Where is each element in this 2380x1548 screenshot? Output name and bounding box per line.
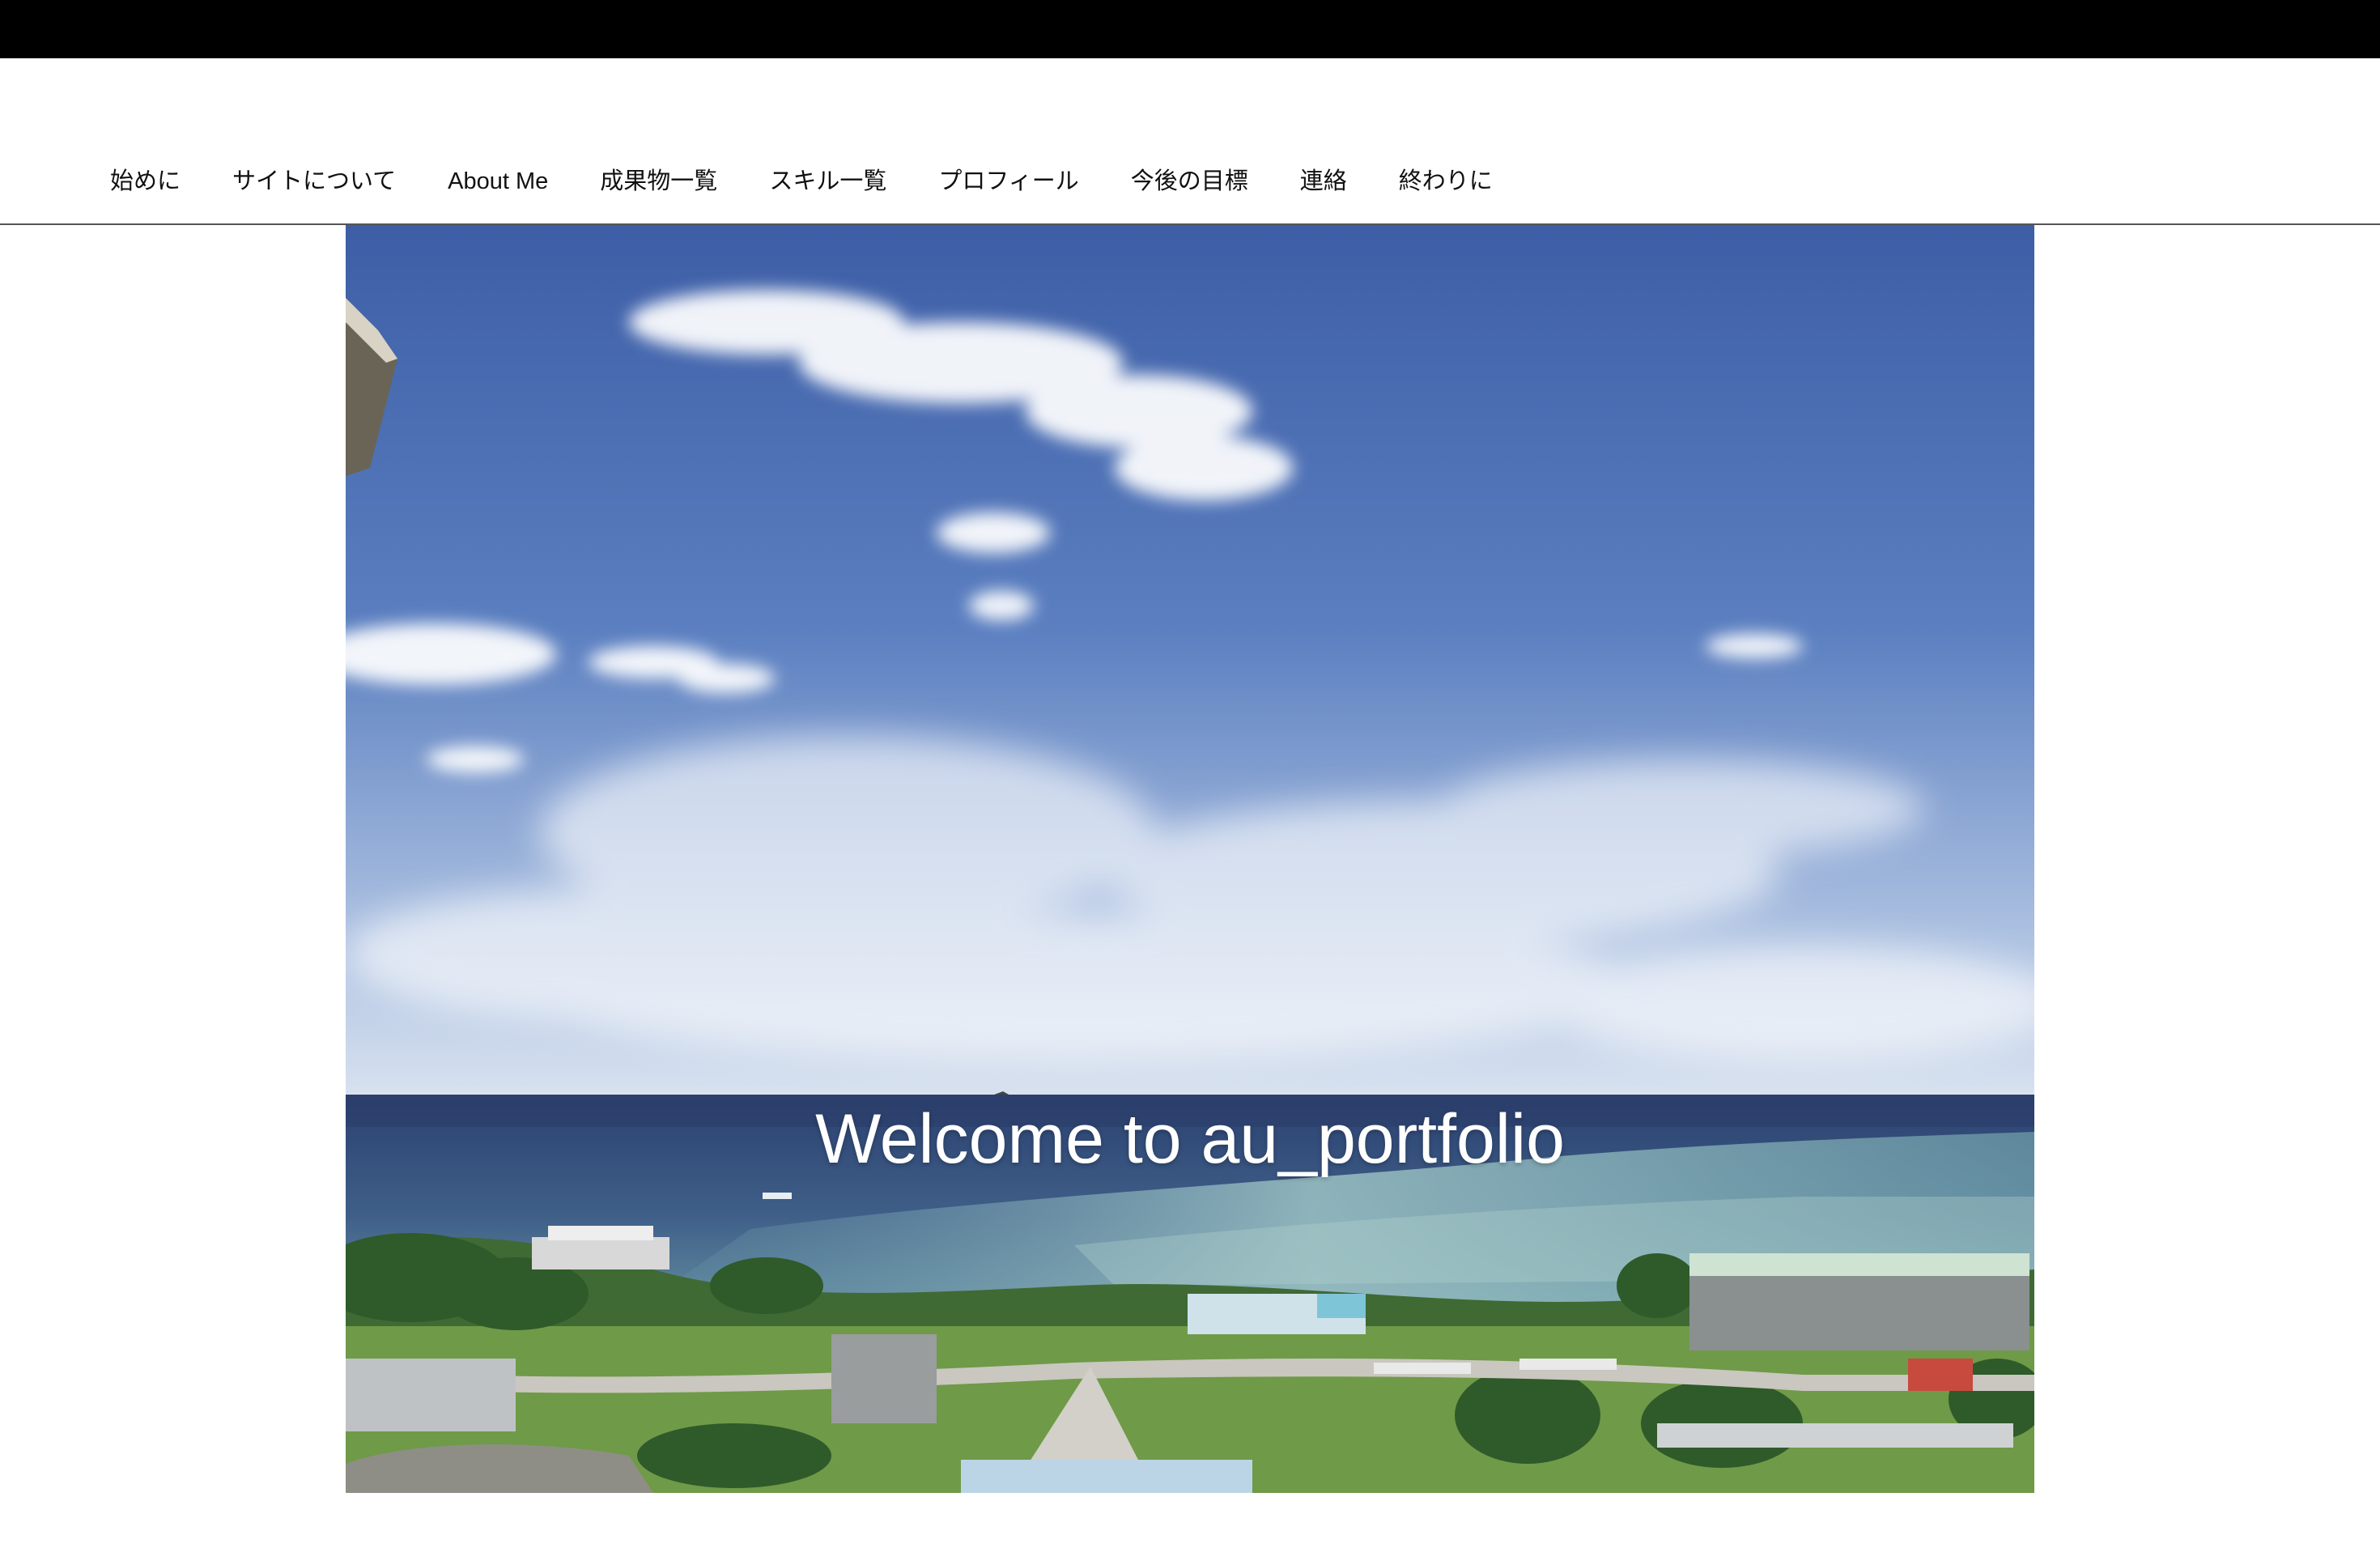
nav-item-closing[interactable]: 終わりに xyxy=(1399,170,1493,194)
hero-section: Welcome to au_portfolio xyxy=(346,225,2034,1493)
nav-item-profile[interactable]: プロフィール xyxy=(938,170,1078,194)
nav-item-about-me[interactable]: About Me xyxy=(448,170,548,194)
nav-item-hajimeni[interactable]: 始めに xyxy=(110,170,181,194)
top-black-bar xyxy=(0,0,2380,58)
hero-title: Welcome to au_portfolio xyxy=(815,1100,1565,1178)
nav-item-skills[interactable]: スキル一覧 xyxy=(769,170,886,194)
nav-menu: 始めに サイトについて About Me 成果物一覧 スキル一覧 プロフィール … xyxy=(110,170,1493,194)
nav-item-goals[interactable]: 今後の目標 xyxy=(1131,170,1248,194)
nav-item-works[interactable]: 成果物一覧 xyxy=(600,170,717,194)
site-navigation: 始めに サイトについて About Me 成果物一覧 スキル一覧 プロフィール … xyxy=(0,58,2380,225)
nav-item-contact[interactable]: 連絡 xyxy=(1300,170,1347,194)
hero-ocean-landscape-image xyxy=(346,225,2034,1493)
nav-item-about-site[interactable]: サイトについて xyxy=(232,170,396,194)
